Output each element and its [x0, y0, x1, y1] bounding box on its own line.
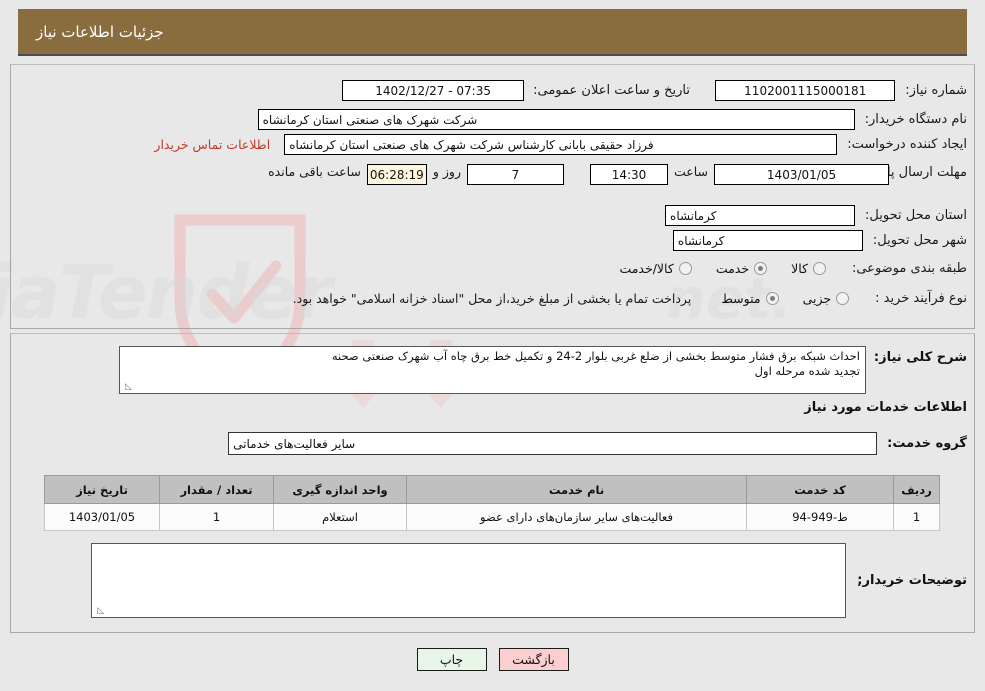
process-label: نوع فرآیند خرید :	[875, 291, 967, 306]
deadline-label: مهلت ارسال پاسخ: تا تاریخ:	[817, 165, 967, 180]
need-number-label: شماره نیاز:	[905, 83, 967, 98]
cell-index: 1	[893, 503, 940, 531]
page-header: جزئیات اطلاعات نیاز	[18, 9, 967, 56]
need-number-value: 1102001115000181	[715, 80, 896, 101]
col-header-index: ردیف	[893, 475, 940, 504]
radio-label: کالا	[791, 261, 808, 276]
row-buyer-org: نام دستگاه خریدار: شرکت شهرک های صنعتی ا…	[257, 109, 967, 130]
resize-handle-icon[interactable]: ◺	[122, 382, 132, 392]
buyer-notes-label: توضیحات خریدار;	[857, 573, 967, 588]
radio-label: متوسط	[721, 291, 761, 306]
row-buyer-notes: توضیحات خریدار; ◺	[91, 543, 967, 618]
deadline-date-value: 1403/01/05	[714, 164, 889, 185]
summary-textarea[interactable]: احداث شبکه برق فشار متوسط بخشی از ضلع غر…	[118, 346, 866, 394]
category-label: طبقه بندی موضوعی:	[851, 261, 967, 276]
col-header-quantity: تعداد / مقدار	[159, 475, 274, 504]
buyer-contact-link[interactable]: اطلاعات تماس خریدار	[154, 137, 270, 152]
radio-label: خدمت	[715, 261, 750, 276]
remaining-time-value: 06:28:19	[366, 164, 427, 185]
radio-circle-icon	[678, 262, 692, 275]
services-section-title: اطلاعات خدمات مورد نیاز	[804, 400, 967, 415]
summary-line-1: احداث شبکه برق فشار متوسط بخشی از ضلع غر…	[331, 349, 860, 363]
row-category: طبقه بندی موضوعی: کالا خدمت کالا/خدمت	[619, 261, 967, 276]
radio-circle-selected-icon	[754, 262, 768, 275]
col-header-name: نام خدمت	[406, 475, 747, 504]
row-summary: شرح کلی نیاز: احداث شبکه برق فشار متوسط …	[118, 346, 967, 394]
remaining-days-label: روز و	[432, 164, 461, 179]
footer-actions: بازگشت چاپ	[0, 648, 985, 671]
services-table: ردیف کد خدمت نام خدمت واحد اندازه گیری ت…	[44, 475, 940, 531]
cell-date: 1403/01/05	[44, 503, 160, 531]
radio-label: کالا/خدمت	[619, 261, 674, 276]
print-button[interactable]: چاپ	[416, 648, 487, 671]
row-service-group: گروه خدمت: سایر فعالیت‌های خدماتی	[228, 432, 967, 455]
province-value: کرمانشاه	[665, 205, 856, 226]
deadline-hour-label: ساعت	[673, 164, 708, 179]
requester-label: ایجاد کننده درخواست:	[847, 137, 967, 152]
payment-note: پرداخت تمام یا بخشی از مبلغ خرید،از محل …	[292, 291, 692, 306]
table-row: 1 ط-949-94 فعالیت‌های سایر سازمان‌های دا…	[44, 503, 940, 531]
summary-label: شرح کلی نیاز:	[873, 350, 967, 365]
row-purchase-process: نوع فرآیند خرید : جزیی متوسط پرداخت تمام…	[293, 291, 967, 306]
service-group-label: گروه خدمت:	[887, 436, 967, 451]
row-need-number: شماره نیاز: 1102001115000181	[715, 80, 967, 101]
requester-value: فرزاد حقیقی بابانی کارشناس شرکت شهرک های…	[284, 134, 838, 155]
service-details-section: شرح کلی نیاز: احداث شبکه برق فشار متوسط …	[0, 333, 985, 633]
city-value: کرمانشاه	[672, 230, 863, 251]
col-header-date: تاریخ نیاز	[44, 475, 160, 504]
row-province: استان محل تحویل: کرمانشاه	[665, 205, 967, 226]
col-header-unit: واحد اندازه گیری	[273, 475, 407, 504]
deadline-hour-value: 14:30	[589, 164, 668, 185]
city-label: شهر محل تحویل:	[872, 233, 967, 248]
province-label: استان محل تحویل:	[865, 208, 967, 223]
radio-circle-icon	[812, 262, 826, 275]
radio-category-khedmat[interactable]: خدمت	[715, 261, 768, 276]
page-root: AriaTender .net جزئیات اطلاعات نیاز شمار…	[0, 0, 985, 691]
need-info-form: شماره نیاز: 1102001115000181 تاریخ و ساع…	[0, 64, 985, 329]
buyer-org-value: شرکت شهرک های صنعتی استان کرمانشاه	[257, 109, 855, 130]
cell-unit: استعلام	[273, 503, 407, 531]
radio-category-kala[interactable]: کالا	[791, 261, 826, 276]
cell-code: ط-949-94	[746, 503, 894, 531]
remaining-time-label: ساعت باقی مانده	[268, 164, 361, 179]
announce-datetime-value: 07:35 - 1402/12/27	[342, 80, 525, 101]
cell-name: فعالیت‌های سایر سازمان‌های دارای عضو	[406, 503, 747, 531]
radio-circle-selected-icon	[765, 292, 779, 305]
buyer-notes-textarea[interactable]: ◺	[91, 543, 847, 618]
radio-circle-icon	[836, 292, 850, 305]
radio-label: جزیی	[802, 291, 832, 306]
radio-process-jozei[interactable]: جزیی	[803, 291, 850, 306]
resize-handle-icon[interactable]: ◺	[94, 606, 104, 616]
page-title: جزئیات اطلاعات نیاز	[36, 22, 164, 41]
service-group-value: سایر فعالیت‌های خدماتی	[228, 432, 878, 455]
radio-process-motavaset[interactable]: متوسط	[721, 291, 779, 306]
summary-line-2: تجدید شده مرحله اول	[754, 364, 860, 378]
col-header-code: کد خدمت	[746, 475, 894, 504]
buyer-org-label: نام دستگاه خریدار:	[864, 112, 967, 127]
back-button[interactable]: بازگشت	[498, 648, 569, 671]
radio-category-kala-khedmat[interactable]: کالا/خدمت	[619, 261, 692, 276]
table-header-row: ردیف کد خدمت نام خدمت واحد اندازه گیری ت…	[44, 475, 940, 504]
announce-datetime-label: تاریخ و ساعت اعلان عمومی:	[533, 83, 690, 98]
row-requester: ایجاد کننده درخواست: فرزاد حقیقی بابانی …	[154, 134, 967, 155]
remaining-days-value: 7	[466, 164, 564, 185]
row-services-title: اطلاعات خدمات مورد نیاز	[804, 400, 967, 415]
cell-quantity: 1	[159, 503, 274, 531]
row-deadline: مهلت ارسال پاسخ: تا تاریخ: 1403/01/05 سا…	[268, 164, 967, 185]
row-city: شهر محل تحویل: کرمانشاه	[672, 230, 967, 251]
row-announce-datetime: تاریخ و ساعت اعلان عمومی: 07:35 - 1402/1…	[342, 80, 690, 101]
